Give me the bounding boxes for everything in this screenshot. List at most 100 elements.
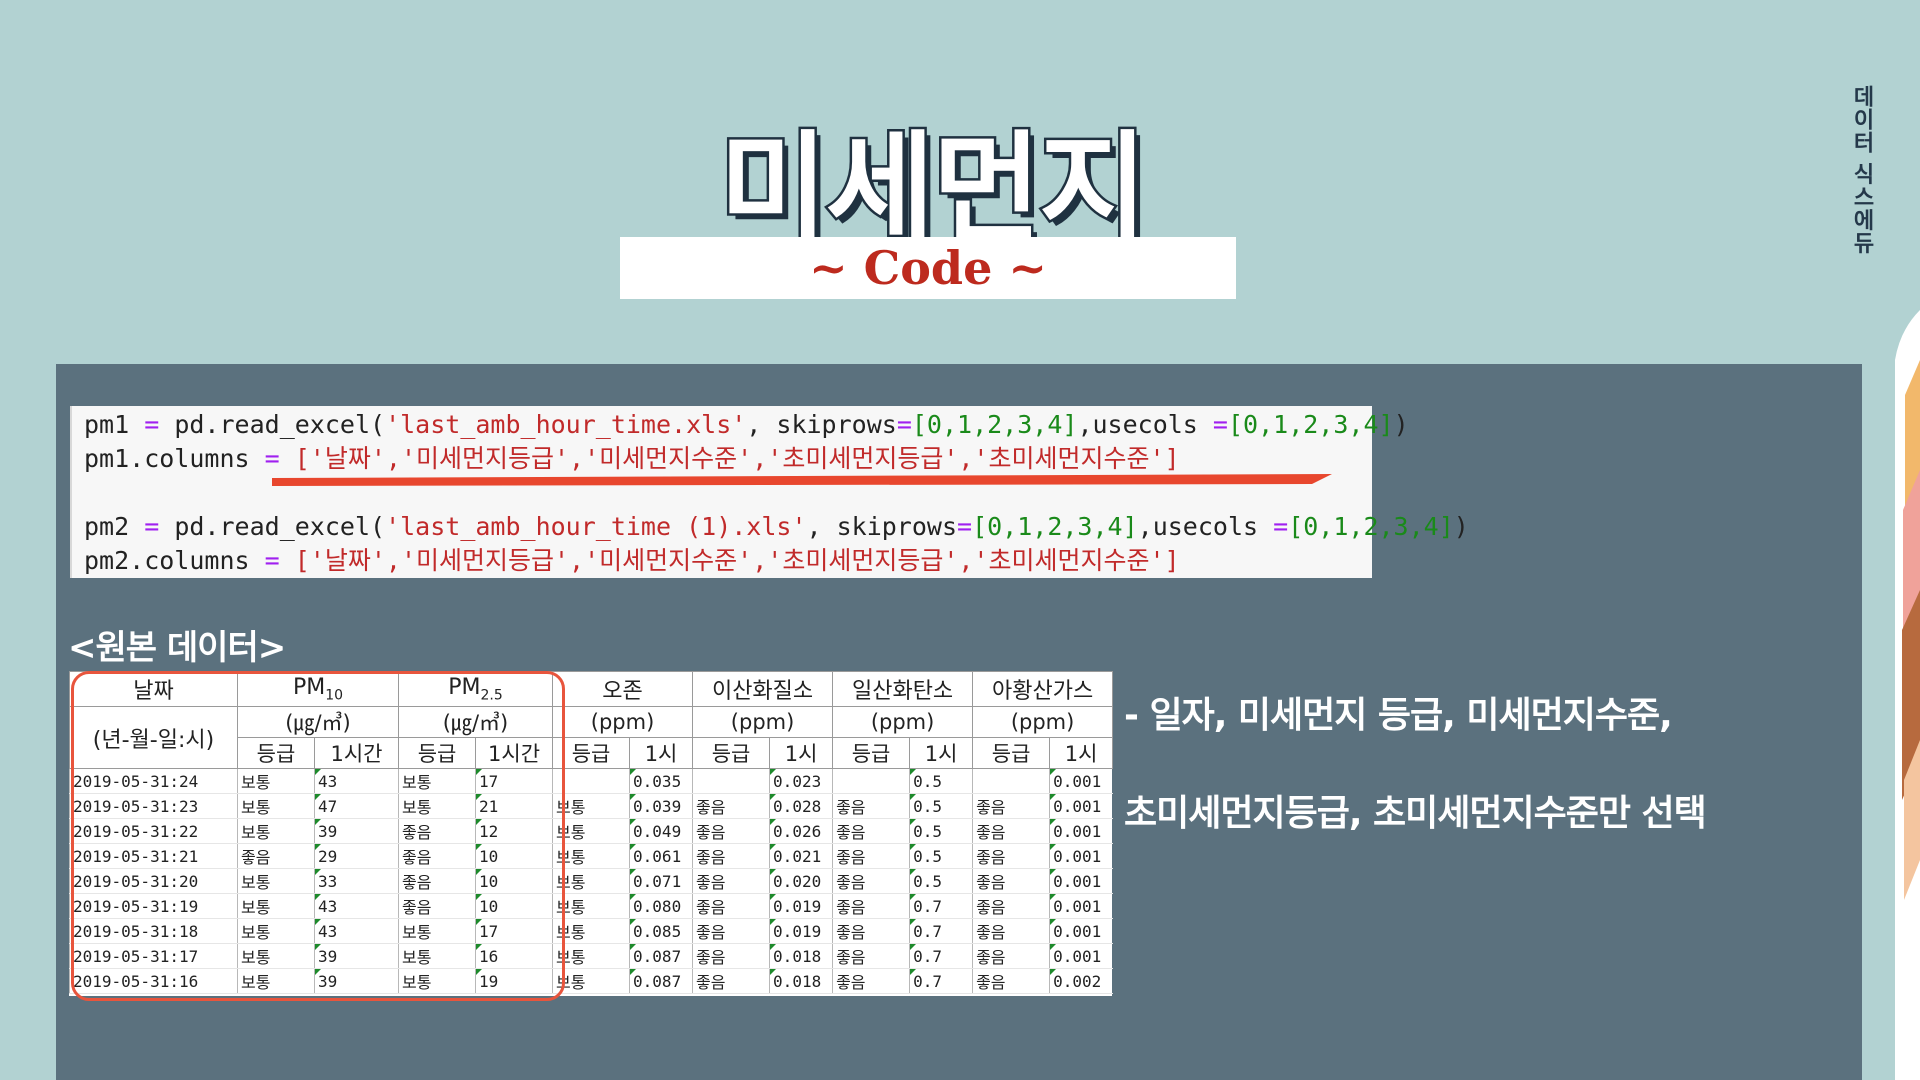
table-cell: 0.021: [769, 843, 833, 869]
header-unit-no2: (ppm): [692, 706, 834, 738]
table-cell: 2019-05-31:16: [69, 968, 238, 994]
table-cell: 0.028: [769, 793, 833, 819]
table-cell: 보통: [237, 868, 315, 894]
table-cell: [972, 768, 1050, 794]
header-unit-co: (ppm): [832, 706, 974, 738]
table-row: 2019-05-31:18 보통 43 보통 17 보통 0.085 좋음 0.019 좋음 0.7…: [69, 918, 1113, 944]
table-cell: 0.071: [629, 868, 693, 894]
table-cell: 보통: [552, 893, 630, 919]
table-cell: 좋음: [832, 943, 910, 969]
table-cell: 좋음: [832, 968, 910, 994]
table-cell: [692, 768, 770, 794]
table-cell: 0.023: [769, 768, 833, 794]
table-cell: 보통: [552, 968, 630, 994]
table-cell: 좋음: [972, 843, 1050, 869]
table-cell: 좋음: [832, 918, 910, 944]
header-grade: 등급: [237, 737, 315, 769]
table-cell: 보통: [398, 768, 476, 794]
table-cell: 43: [313, 768, 399, 794]
table-cell: 좋음: [832, 818, 910, 844]
table-cell: 보통: [237, 893, 315, 919]
header-grade: 등급: [552, 737, 631, 769]
header-so2: 아황산가스: [972, 671, 1114, 707]
table-cell: 좋음: [692, 893, 770, 919]
table-cell: 좋음: [832, 843, 910, 869]
table-cell: 보통: [398, 793, 476, 819]
table-cell: 43: [313, 893, 399, 919]
table-cell: 39: [313, 968, 399, 994]
table-cell: 2019-05-31:20: [69, 868, 238, 894]
table-cell: 0.018: [769, 968, 833, 994]
table-row: 2019-05-31:17 보통 39 보통 16 보통 0.087 좋음 0.018 좋음 0.7…: [69, 943, 1113, 969]
table-cell: 10: [475, 843, 553, 869]
table-cell: 2019-05-31:18: [69, 918, 238, 944]
table-cell: 0.035: [629, 768, 693, 794]
table-cell: 보통: [237, 768, 315, 794]
table-cell: 2019-05-31:17: [69, 943, 238, 969]
table-cell: 0.001: [1049, 768, 1113, 794]
table-cell: 47: [313, 793, 399, 819]
section-heading: <원본 데이터>: [68, 628, 286, 668]
table-cell: 2019-05-31:24: [69, 768, 238, 794]
table-cell: [552, 768, 630, 794]
table-cell: 보통: [552, 868, 630, 894]
table-body: 2019-05-31:24 보통 43 보통 17 0.035 0.023 0.5 0.001 2…: [69, 768, 1113, 994]
code-line-2: pm1.columns = ['날짜','미세먼지등급','미세먼지수준','초…: [84, 444, 1180, 473]
table-row: 2019-05-31:19 보통 43 좋음 10 보통 0.080 좋음 0.019 좋음 0.7…: [69, 893, 1113, 919]
table-cell: 12: [475, 818, 553, 844]
table-cell: 39: [313, 943, 399, 969]
table-cell: 0.002: [1049, 968, 1113, 994]
table-cell: 보통: [237, 943, 315, 969]
table-cell: 17: [475, 768, 553, 794]
table-cell: 보통: [237, 968, 315, 994]
subtitle-box: ~ Code ~: [620, 237, 1236, 299]
table-cell: 39: [313, 818, 399, 844]
table-row: 2019-05-31:24 보통 43 보통 17 0.035 0.023 0.5 0.001: [69, 768, 1113, 794]
table-cell: 좋음: [692, 868, 770, 894]
table-cell: 좋음: [692, 793, 770, 819]
table-row: 2019-05-31:22 보통 39 좋음 12 보통 0.049 좋음 0.026 좋음 0.5…: [69, 818, 1113, 844]
table-cell: 0.087: [629, 968, 693, 994]
table-cell: 0.001: [1049, 893, 1113, 919]
header-1hour: 1시간: [475, 737, 554, 769]
description-line-1: - 일자, 미세먼지 등급, 미세먼지수준,: [1124, 695, 1673, 736]
description-line-2: 초미세먼지등급, 초미세먼지수준만 선택: [1124, 793, 1707, 834]
table-cell: 0.020: [769, 868, 833, 894]
table-cell: 43: [313, 918, 399, 944]
table-cell: [832, 768, 910, 794]
header-1hour: 1시간: [313, 737, 400, 769]
table-cell: 0.080: [629, 893, 693, 919]
table-cell: 좋음: [692, 918, 770, 944]
header-unit-pm10: (㎍/㎥): [236, 706, 400, 738]
highlight-underline: [272, 474, 1332, 486]
table-cell: 좋음: [692, 843, 770, 869]
raw-data-table-wrap: 날짜 PM10 PM2.5 오존 이산화질소 일산화탄소 아황산가스 (년-월-…: [69, 671, 1114, 996]
table-cell: 2019-05-31:19: [69, 893, 238, 919]
table-cell: 좋음: [692, 943, 770, 969]
table-cell: 0.001: [1049, 843, 1113, 869]
table-cell: 보통: [552, 918, 630, 944]
header-1h: 1시: [1049, 737, 1114, 769]
table-cell: 0.019: [769, 893, 833, 919]
table-cell: 0.085: [629, 918, 693, 944]
code-line-4: pm2.columns = ['날짜','미세먼지등급','미세먼지수준','초…: [84, 546, 1180, 575]
header-grade: 등급: [972, 737, 1051, 769]
table-cell: 좋음: [832, 893, 910, 919]
code-line-3: pm2 = pd.read_excel('last_amb_hour_time …: [84, 512, 1469, 541]
table-cell: 좋음: [237, 843, 315, 869]
table-cell: 좋음: [692, 818, 770, 844]
header-grade: 등급: [832, 737, 911, 769]
table-cell: 0.001: [1049, 818, 1113, 844]
table-row: 2019-05-31:20 보통 33 좋음 10 보통 0.071 좋음 0.020 좋음 0.5…: [69, 868, 1113, 894]
table-cell: 0.5: [909, 818, 973, 844]
header-no2: 이산화질소: [692, 671, 834, 707]
table-cell: 10: [475, 868, 553, 894]
table-cell: 33: [313, 868, 399, 894]
table-cell: 0.001: [1049, 943, 1113, 969]
header-grade: 등급: [398, 737, 477, 769]
table-cell: 0.039: [629, 793, 693, 819]
table-cell: 0.087: [629, 943, 693, 969]
table-row: 2019-05-31:23 보통 47 보통 21 보통 0.039 좋음 0.028 좋음 0.5…: [69, 793, 1113, 819]
table-cell: 10: [475, 893, 553, 919]
table-cell: 0.001: [1049, 918, 1113, 944]
